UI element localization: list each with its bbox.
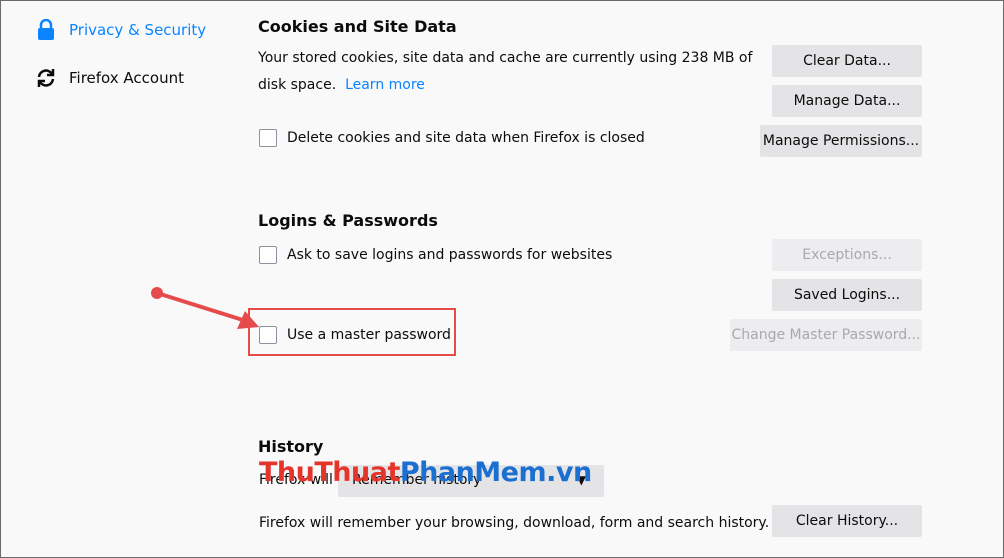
cookies-description: Your stored cookies, site data and cache… xyxy=(258,50,753,93)
logins-heading: Logins & Passwords xyxy=(258,211,438,230)
sync-icon xyxy=(35,67,57,89)
ask-to-save-label: Ask to save logins and passwords for web… xyxy=(287,247,613,263)
saved-logins-button[interactable]: Saved Logins... xyxy=(772,279,922,311)
lock-icon xyxy=(35,19,57,41)
learn-more-link[interactable]: Learn more xyxy=(345,77,425,93)
manage-data-button[interactable]: Manage Data... xyxy=(772,85,922,117)
delete-cookies-label: Delete cookies and site data when Firefo… xyxy=(287,130,645,146)
ask-to-save-checkbox[interactable] xyxy=(259,246,277,264)
annotation-arrow-icon xyxy=(151,287,259,329)
history-description: Firefox will remember your browsing, dow… xyxy=(259,515,770,531)
sidebar-item-firefox-account[interactable]: Firefox Account xyxy=(35,67,184,89)
master-password-label: Use a master password xyxy=(287,327,451,343)
sidebar-item-label: Firefox Account xyxy=(69,69,184,87)
sidebar-item-label: Privacy & Security xyxy=(69,21,207,39)
cookies-heading: Cookies and Site Data xyxy=(258,17,457,36)
clear-history-button[interactable]: Clear History... xyxy=(772,505,922,537)
clear-data-button[interactable]: Clear Data... xyxy=(772,45,922,77)
exceptions-button[interactable]: Exceptions... xyxy=(772,239,922,271)
watermark: ThuThuatPhanMem.vn xyxy=(259,457,592,488)
change-master-password-button[interactable]: Change Master Password... xyxy=(730,319,922,351)
delete-cookies-checkbox[interactable] xyxy=(259,129,277,147)
history-heading: History xyxy=(258,437,324,456)
sidebar-item-privacy-security[interactable]: Privacy & Security xyxy=(35,19,206,41)
manage-permissions-button[interactable]: Manage Permissions... xyxy=(760,125,922,157)
